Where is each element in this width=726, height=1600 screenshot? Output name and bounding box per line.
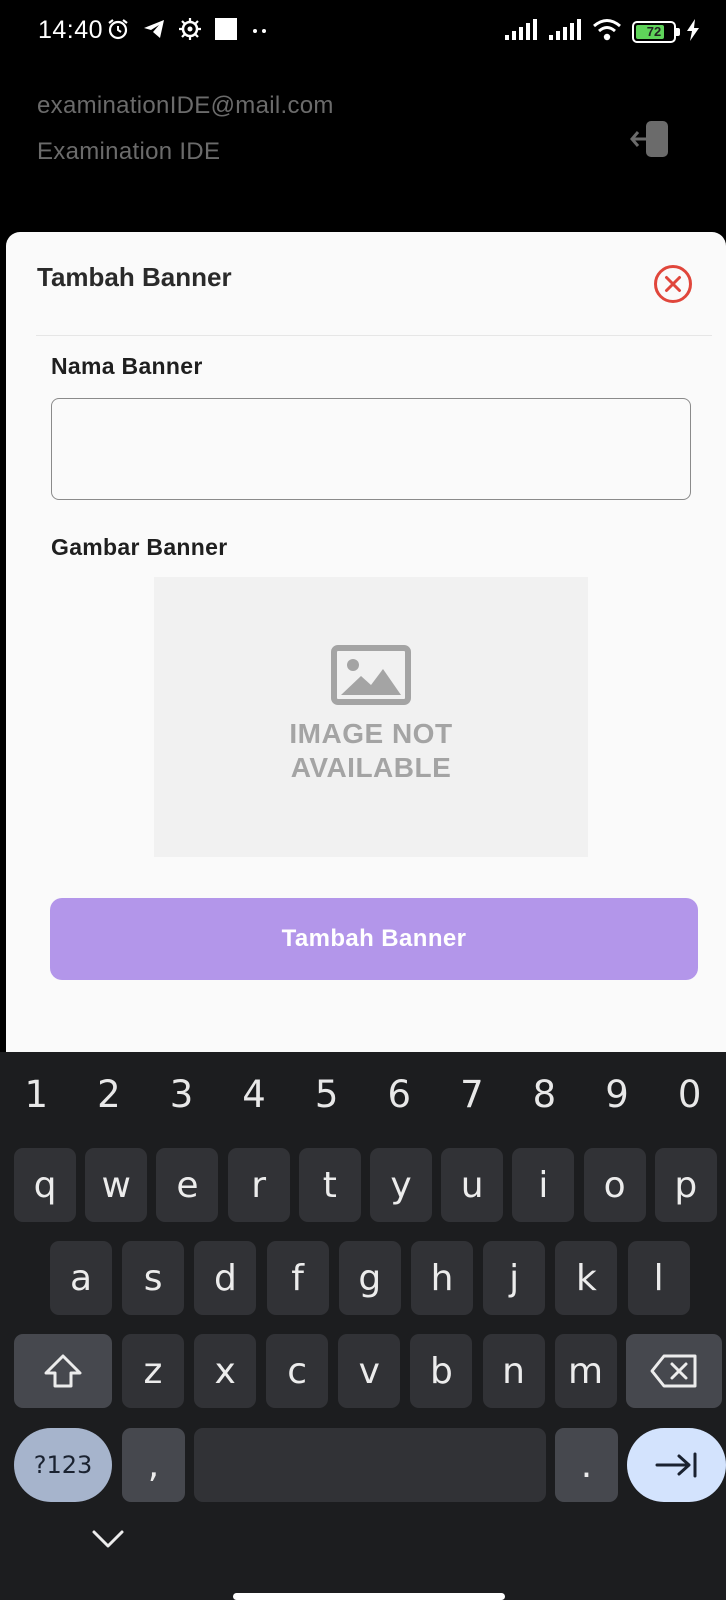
number-key[interactable]: 9	[581, 1052, 654, 1134]
key-y[interactable]: y	[370, 1148, 432, 1222]
comma-key[interactable]: ,	[122, 1428, 185, 1502]
key-j[interactable]: j	[483, 1241, 546, 1315]
key-h[interactable]: h	[411, 1241, 473, 1315]
backspace-key[interactable]	[626, 1334, 722, 1408]
status-left-icons	[106, 17, 270, 46]
account-name: Examination IDE	[37, 138, 221, 165]
symbols-key[interactable]: ?123	[14, 1428, 112, 1502]
signal-icon	[504, 18, 538, 46]
shift-icon	[44, 1354, 82, 1388]
add-banner-sheet: Tambah Banner Nama Banner Gambar Banner …	[6, 232, 726, 1052]
status-bar: 14:40 72	[0, 0, 726, 64]
number-key[interactable]: 3	[145, 1052, 218, 1134]
alarm-icon	[106, 17, 130, 46]
image-placeholder-icon	[331, 645, 411, 705]
battery-tip	[676, 28, 680, 36]
key-w[interactable]: w	[85, 1148, 148, 1222]
telegram-icon	[142, 18, 166, 45]
number-key[interactable]: 4	[218, 1052, 291, 1134]
number-key[interactable]: 7	[436, 1052, 509, 1134]
key-e[interactable]: e	[156, 1148, 219, 1222]
add-banner-button[interactable]: Tambah Banner	[50, 898, 698, 980]
key-p[interactable]: p	[654, 1148, 717, 1222]
number-key[interactable]: 2	[73, 1052, 146, 1134]
status-time: 14:40	[38, 16, 104, 44]
number-key[interactable]: 6	[363, 1052, 436, 1134]
number-key[interactable]: 8	[508, 1052, 581, 1134]
key-k[interactable]: k	[555, 1241, 618, 1315]
image-not-available-text: IMAGE NOT AVAILABLE	[154, 717, 588, 785]
more-dots-icon	[250, 22, 270, 40]
key-g[interactable]: g	[338, 1241, 401, 1315]
square-icon	[214, 17, 238, 46]
key-d[interactable]: d	[194, 1241, 257, 1315]
period-key[interactable]: .	[555, 1428, 618, 1502]
banner-name-label: Nama Banner	[51, 353, 203, 379]
sheet-title: Tambah Banner	[37, 262, 232, 292]
wifi-icon	[592, 18, 622, 47]
number-key[interactable]: 5	[290, 1052, 363, 1134]
shift-key[interactable]	[14, 1334, 112, 1408]
key-s[interactable]: s	[122, 1241, 185, 1315]
key-z[interactable]: z	[122, 1334, 184, 1408]
on-screen-keyboard: 1234567890 qwertyuiop asdfghjkl zxcvbnm ?1…	[0, 1052, 726, 1600]
charging-icon	[686, 18, 700, 46]
key-f[interactable]: f	[266, 1241, 329, 1315]
banner-name-input[interactable]	[51, 398, 691, 500]
key-o[interactable]: o	[583, 1148, 646, 1222]
image-placeholder-line2: AVAILABLE	[290, 752, 452, 783]
battery-icon: 72	[632, 21, 680, 43]
key-m[interactable]: m	[554, 1334, 617, 1408]
key-x[interactable]: x	[194, 1334, 257, 1408]
keyboard-hide-icon[interactable]	[90, 1526, 126, 1552]
key-r[interactable]: r	[227, 1148, 290, 1222]
battery-level: 72	[646, 24, 662, 39]
keyboard-number-row: 1234567890	[0, 1052, 726, 1134]
key-n[interactable]: n	[482, 1334, 545, 1408]
close-button[interactable]	[653, 264, 693, 304]
status-right-icons: 72	[504, 18, 700, 46]
sheet-divider	[36, 335, 712, 336]
key-c[interactable]: c	[266, 1334, 329, 1408]
image-placeholder-line1: IMAGE NOT	[289, 718, 453, 749]
key-l[interactable]: l	[627, 1241, 690, 1315]
account-header: examinationIDE@mail.com Examination IDE	[0, 64, 726, 232]
key-q[interactable]: q	[14, 1148, 76, 1222]
account-email: examinationIDE@mail.com	[37, 92, 334, 119]
tab-next-icon	[655, 1452, 696, 1478]
key-v[interactable]: v	[338, 1334, 401, 1408]
logout-icon[interactable]	[628, 116, 674, 162]
key-i[interactable]: i	[512, 1148, 575, 1222]
backspace-icon	[650, 1354, 697, 1388]
banner-image-label: Gambar Banner	[51, 534, 228, 560]
home-indicator[interactable]	[233, 1593, 505, 1600]
signal-icon	[548, 18, 582, 46]
banner-image-picker[interactable]: IMAGE NOT AVAILABLE	[154, 577, 588, 857]
key-b[interactable]: b	[410, 1334, 473, 1408]
settings-icon	[178, 17, 202, 46]
key-t[interactable]: t	[298, 1148, 361, 1222]
close-icon	[654, 265, 692, 303]
key-u[interactable]: u	[441, 1148, 504, 1222]
space-key[interactable]	[194, 1428, 546, 1502]
number-key[interactable]: 1	[0, 1052, 73, 1134]
enter-key[interactable]	[627, 1428, 726, 1502]
key-a[interactable]: a	[50, 1241, 112, 1315]
number-key[interactable]: 0	[653, 1052, 726, 1134]
